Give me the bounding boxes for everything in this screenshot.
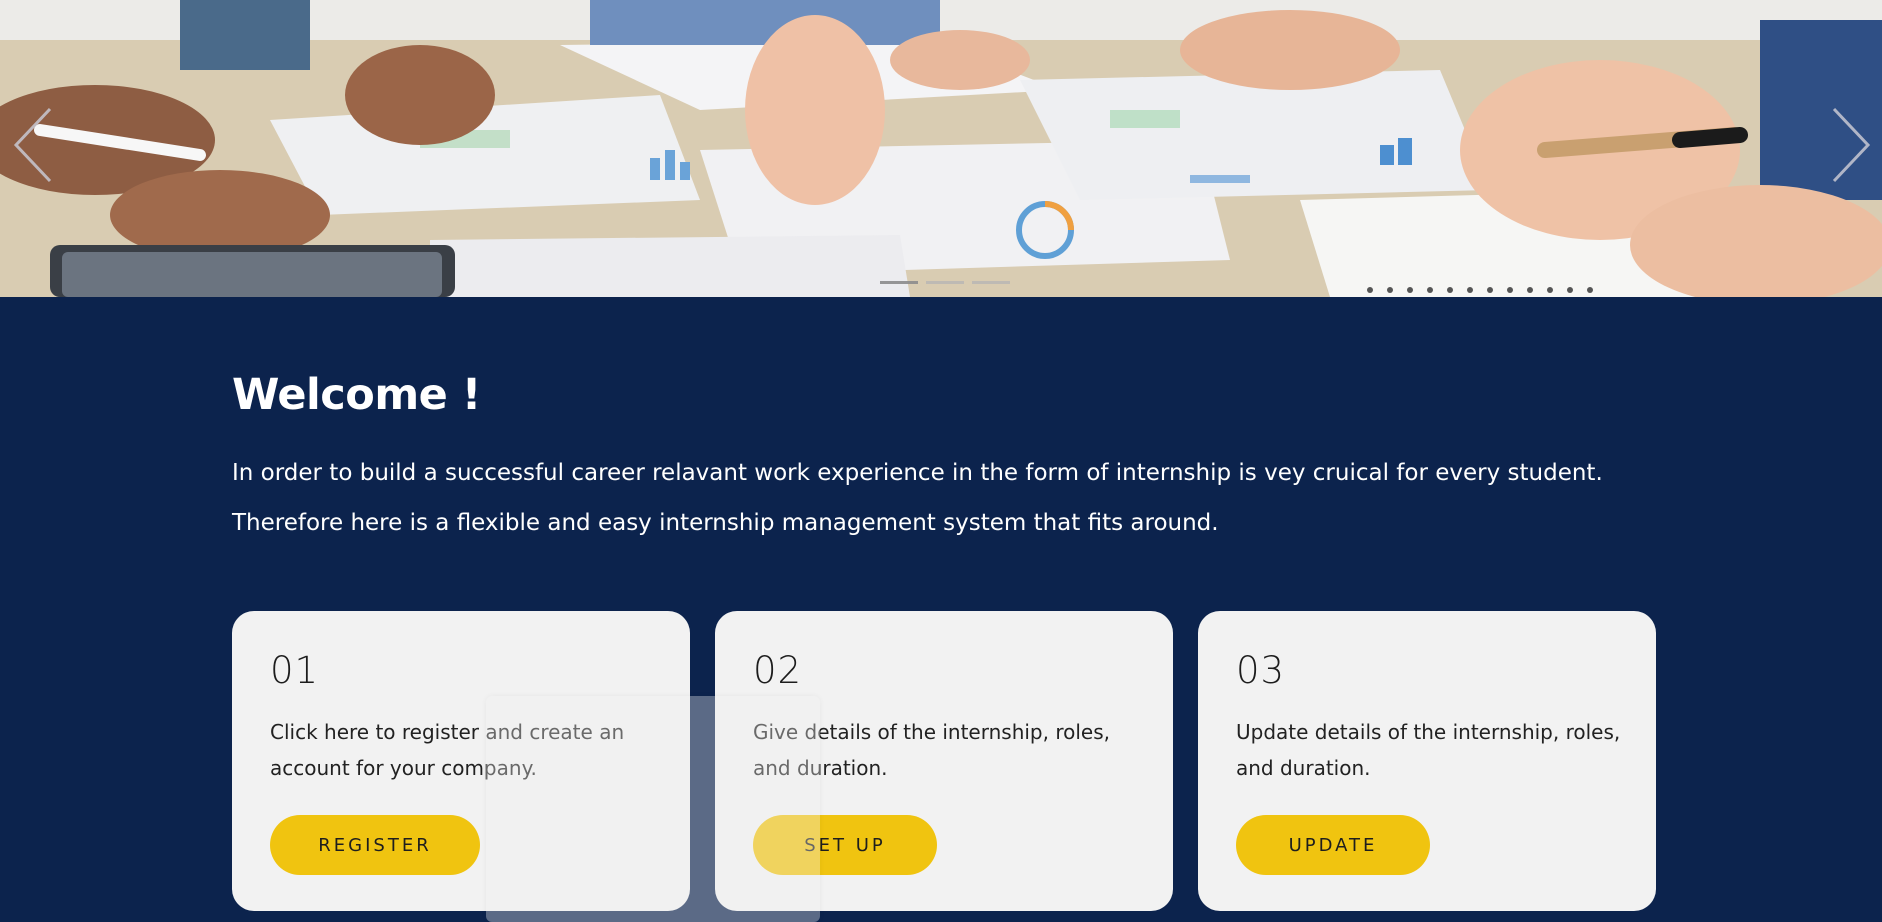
carousel-indicator-2[interactable] bbox=[926, 281, 964, 284]
step-number: 03 bbox=[1236, 649, 1286, 692]
chevron-left-icon bbox=[13, 107, 52, 183]
carousel-indicator-1[interactable] bbox=[880, 281, 918, 284]
hero-carousel bbox=[0, 0, 1882, 297]
chevron-right-icon bbox=[1832, 107, 1871, 183]
welcome-title: Welcome ! bbox=[232, 370, 481, 420]
carousel-prev-button[interactable] bbox=[10, 105, 56, 185]
welcome-section: Welcome ! In order to build a successful… bbox=[232, 370, 1692, 548]
step-card-update: 03 Update details of the internship, rol… bbox=[1198, 611, 1656, 911]
step-description: Update details of the internship, roles,… bbox=[1236, 720, 1621, 780]
carousel-next-button[interactable] bbox=[1828, 105, 1874, 185]
step-number: 01 bbox=[270, 649, 320, 692]
carousel-indicators bbox=[880, 281, 1010, 284]
welcome-text-line-1: In order to build a successful career re… bbox=[232, 460, 1603, 486]
register-button[interactable]: REGISTER bbox=[270, 815, 480, 875]
update-button[interactable]: UPDATE bbox=[1236, 815, 1430, 875]
steps-cards: 01 Click here to register and create an … bbox=[232, 611, 1656, 911]
step-number: 02 bbox=[753, 649, 803, 692]
hero-image bbox=[0, 0, 1882, 297]
welcome-text-line-2: Therefore here is a flexible and easy in… bbox=[232, 510, 1219, 536]
ghost-overlay bbox=[486, 696, 820, 922]
carousel-indicator-3[interactable] bbox=[972, 281, 1010, 284]
